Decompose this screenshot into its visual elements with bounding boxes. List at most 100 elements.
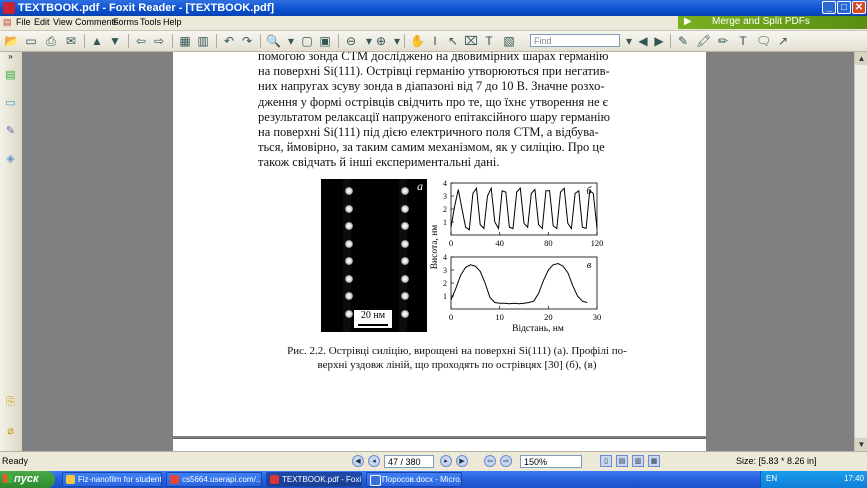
zoom-icon[interactable]: 🔍 (266, 34, 281, 48)
menu-help[interactable]: Help (163, 17, 182, 27)
merge-split-promo[interactable]: ▶ Merge and Split PDFs (678, 16, 867, 29)
continuous-icon[interactable]: ▤ (616, 455, 628, 467)
forward-icon[interactable]: ⇨ (152, 34, 166, 48)
status-ready: Ready (2, 456, 29, 466)
island-dot (401, 309, 409, 318)
forward-status-icon[interactable]: ⇨ (500, 455, 512, 467)
clock: 17:40 (843, 474, 864, 483)
typewriter-icon[interactable]: ✎ (676, 34, 690, 48)
rotate-left-icon[interactable]: ↶ (222, 34, 236, 48)
next-page-status-icon[interactable]: ▸ (440, 455, 452, 467)
prev-page-status-icon[interactable]: ◂ (368, 455, 380, 467)
paragraph-line: результатом релаксації напруженого епіта… (258, 109, 610, 124)
chevron-down-icon[interactable]: ▾ (622, 34, 636, 48)
facing-view-icon[interactable]: ▥ (632, 455, 644, 467)
chevron-down-icon[interactable]: ▾ (390, 34, 404, 48)
text-icon[interactable]: T (482, 34, 496, 48)
toolbar-separator (670, 34, 671, 48)
paragraph-line: на поверхні Si(111). Острівці германію у… (258, 64, 610, 79)
prev-page-icon[interactable]: ▲ (90, 34, 104, 48)
attachments-icon[interactable]: ⎘ (4, 396, 17, 411)
expand-panel-icon[interactable]: » (4, 52, 17, 67)
menu-file[interactable]: File (16, 17, 31, 27)
taskbar: пуск Fiz-nanofilm for student cs5664.use… (0, 471, 867, 488)
maximize-button[interactable]: □ (837, 1, 851, 14)
image-icon[interactable]: ▧ (502, 34, 516, 48)
x-axis-label: Відстань, нм (512, 324, 564, 334)
vertical-scrollbar[interactable]: ▲ ▼ (854, 52, 867, 451)
zoom-in-icon[interactable]: ⊕ (374, 34, 388, 48)
rotate-right-icon[interactable]: ↷ (240, 34, 254, 48)
language-indicator[interactable]: EN (766, 474, 777, 483)
menu-tools[interactable]: Tools (140, 17, 161, 27)
pdf-page: помогою зонда СТМ досліджено на двовимір… (173, 52, 706, 436)
continuous-facing-icon[interactable]: ▦ (648, 455, 660, 467)
last-page-icon[interactable]: ▶ (456, 455, 468, 467)
task-word[interactable]: Поросов.docx - Micro... (366, 472, 462, 487)
find-input[interactable]: Find (530, 34, 620, 47)
page-number-input[interactable]: 47 / 380 (384, 455, 434, 468)
fit-page-icon[interactable]: ▢ (300, 34, 314, 48)
note-icon[interactable]: 🗨 (756, 34, 771, 48)
profile-charts: 12340 40 80 120б12340 10 20 30вВідстань, нмВис… (430, 179, 603, 334)
facing-icon[interactable]: ▥ (196, 34, 210, 48)
scroll-up-button[interactable]: ▲ (855, 52, 867, 65)
back-icon[interactable]: ⇦ (134, 34, 148, 48)
document-viewer[interactable]: помогою зонда СТМ досліджено на двовимір… (22, 52, 854, 451)
textbox-icon[interactable]: T (736, 34, 750, 48)
next-page-icon[interactable]: ▼ (108, 34, 122, 48)
find-next-icon[interactable]: ▶ (652, 34, 666, 48)
paragraph-line: помогою зонда СТМ досліджено на двовимір… (258, 52, 609, 63)
task-browser[interactable]: cs5664.userapi.com/... (166, 472, 262, 487)
zoom-select[interactable]: 150% (520, 455, 582, 468)
first-page-icon[interactable]: ◀ (352, 455, 364, 467)
scroll-down-button[interactable]: ▼ (855, 438, 867, 451)
caption-line: Рис. 2.2. Острівці силіцію, вирощені на … (287, 345, 627, 357)
back-status-icon[interactable]: ⇦ (484, 455, 496, 467)
toolbar-separator (216, 34, 217, 48)
fit-width-icon[interactable]: ▣ (318, 34, 332, 48)
single-page-icon[interactable]: ▯ (600, 455, 612, 467)
minimize-button[interactable]: _ (822, 1, 836, 14)
snapshot-icon[interactable]: ⌧ (464, 34, 478, 48)
zoom-out-icon[interactable]: ⊖ (344, 34, 358, 48)
comments-icon[interactable]: ✎ (4, 124, 17, 139)
bookmarks-icon[interactable]: ▤ (4, 68, 17, 83)
task-foxit[interactable]: TEXTBOOK.pdf - Foxit... (266, 472, 362, 487)
close-button[interactable]: ✕ (852, 1, 866, 14)
menu-forms[interactable]: Forms (113, 17, 139, 27)
print-icon[interactable]: ⎙ (44, 34, 58, 48)
island-dot (345, 204, 353, 213)
find-prev-icon[interactable]: ◀ (636, 34, 650, 48)
window-title: TEXTBOOK.pdf - Foxit Reader - [TEXTBOOK.… (18, 2, 275, 14)
menu-comments[interactable]: Comments (75, 17, 119, 27)
pencil-icon[interactable]: ✏ (716, 34, 730, 48)
panel-label-a: а (417, 179, 423, 193)
hand-tool-icon[interactable]: ✋ (410, 34, 425, 48)
x-tick-label: 80 (544, 238, 553, 248)
menu-view[interactable]: View (53, 17, 72, 27)
layers-icon[interactable]: ◈ (4, 152, 17, 167)
y-tick-label: 4 (443, 179, 447, 188)
email-icon[interactable]: ✉ (64, 34, 78, 48)
menu-edit[interactable]: Edit (34, 17, 50, 27)
panel-label: в (587, 260, 592, 271)
save-icon[interactable]: ▭ (24, 34, 38, 48)
arrow-draw-icon[interactable]: ↗ (776, 34, 790, 48)
highlight-icon[interactable]: 🖍 (696, 34, 711, 48)
toolbar-separator (128, 34, 129, 48)
pages-icon[interactable]: ▭ (4, 96, 17, 111)
select-text-icon[interactable]: I (428, 34, 442, 48)
paragraph-line: на поверхні Si(111) під дією електричног… (258, 125, 599, 140)
y-tick-label: 1 (443, 292, 447, 301)
word-icon (370, 475, 381, 486)
select-arrow-icon[interactable]: ↖ (446, 34, 460, 48)
open-icon[interactable]: 📂 (4, 34, 19, 48)
start-button[interactable]: пуск (0, 471, 55, 488)
task-fiz-nanofilm[interactable]: Fiz-nanofilm for student (62, 472, 162, 487)
paperclip-icon[interactable]: ⌀ (4, 424, 17, 439)
chevron-down-icon[interactable]: ▾ (284, 34, 298, 48)
page-layout-icon[interactable]: ▦ (178, 34, 192, 48)
page-size-label: Size: [5.83 * 8.26 in] (736, 456, 817, 466)
plot-frame (450, 256, 598, 310)
